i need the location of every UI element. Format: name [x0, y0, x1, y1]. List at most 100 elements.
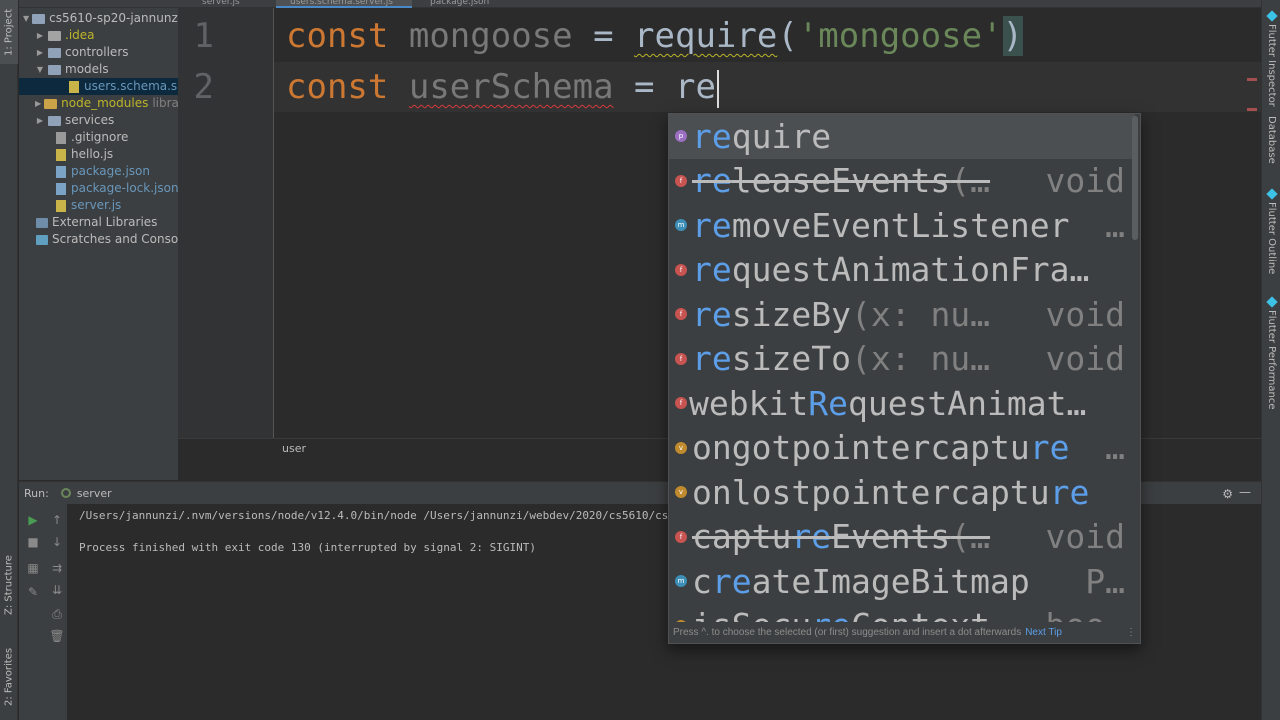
chevron-right-icon[interactable]: ▶: [35, 44, 45, 61]
tree-item-services[interactable]: ▶ services: [19, 112, 178, 129]
tab-server-js[interactable]: server.js: [188, 0, 272, 8]
console-output[interactable]: /Users/jannunzi/.nvm/versions/node/v12.4…: [79, 508, 708, 556]
error-stripe-marker[interactable]: [1247, 108, 1257, 111]
string-literal: 'mongoose': [797, 16, 1003, 56]
tree-item-server-js[interactable]: server.js: [19, 197, 178, 214]
variable-icon: v: [675, 441, 687, 454]
tree-item-label: users.schema.server.js: [84, 79, 178, 93]
completion-item[interactable]: p re quire: [669, 114, 1135, 159]
completion-return-type: void: [1045, 339, 1125, 379]
completion-item[interactable]: f re sizeBy (x: nu… void: [669, 292, 1135, 337]
tree-item-root[interactable]: ▼ cs5610-sp20-jannunzi: [19, 10, 178, 27]
completion-item[interactable]: m c re ateImageBitmap P…: [669, 559, 1135, 604]
structure-tool-tab[interactable]: Z: Structure: [0, 545, 18, 625]
tab-package-json[interactable]: package.json: [416, 0, 516, 8]
tree-item-label: .gitignore: [71, 130, 129, 144]
database-label: Database: [1266, 116, 1277, 164]
tree-item-gitignore[interactable]: .gitignore: [19, 129, 178, 146]
paren: (: [777, 16, 798, 56]
completion-item[interactable]: f re questAnimationFra…: [669, 248, 1135, 293]
print-icon[interactable]: ⎙: [49, 606, 65, 622]
layout-icon[interactable]: ▦: [25, 560, 41, 576]
json-file-icon: [56, 182, 66, 195]
code-line-1[interactable]: const mongoose = require('mongoose'): [286, 11, 1023, 61]
completion-match: re: [711, 561, 752, 601]
tree-item-label: node_modules: [61, 96, 149, 110]
project-tool-tab[interactable]: 1: Project: [0, 0, 18, 64]
function-call: require: [634, 16, 778, 56]
pin-icon[interactable]: ✎: [25, 584, 41, 600]
completion-popup[interactable]: p re quire f releaseEvents(… void m re moveEve…: [668, 113, 1141, 644]
tab-users-schema[interactable]: users.schema.server.js: [276, 0, 412, 8]
breadcrumb[interactable]: user: [282, 438, 306, 460]
variable-name: userSchema: [408, 67, 614, 107]
tree-item-users-schema[interactable]: users.schema.server.js: [19, 78, 178, 95]
completion-item[interactable]: f webkit Re questAnimat…: [669, 381, 1135, 426]
text-file-icon: [56, 131, 66, 144]
completion-rest: Events: [831, 517, 951, 557]
function-icon: f: [675, 530, 687, 543]
minimize-icon[interactable]: —: [1239, 485, 1251, 499]
completion-item[interactable]: f releaseEvents(… void: [669, 159, 1135, 204]
tree-item-package-lock[interactable]: package-lock.json: [19, 180, 178, 197]
js-file-icon: [69, 80, 79, 93]
flutter-outline-label: Flutter Outline: [1266, 202, 1277, 275]
tree-item-idea[interactable]: ▶ .idea: [19, 27, 178, 44]
tree-item-controllers[interactable]: ▶ controllers: [19, 44, 178, 61]
tree-item-package-json[interactable]: package.json: [19, 163, 178, 180]
next-tip-link[interactable]: Next Tip: [1025, 627, 1062, 638]
flutter-icon: [1265, 296, 1278, 308]
tree-item-models[interactable]: ▼ models: [19, 61, 178, 78]
function-icon: f: [675, 174, 687, 187]
stop-icon[interactable]: ■: [25, 534, 41, 550]
completion-item[interactable]: m re moveEventListener…: [669, 203, 1135, 248]
function-icon: f: [675, 263, 687, 276]
library-icon: [36, 217, 48, 228]
completion-item[interactable]: f re sizeTo (x: nu… void: [669, 337, 1135, 382]
completion-item[interactable]: v onlostpointercaptu re: [669, 470, 1135, 515]
run-tab-label: server: [76, 486, 112, 500]
chevron-down-icon[interactable]: ▼: [35, 61, 45, 78]
completion-list: p re quire f releaseEvents(… void m re moveEve…: [669, 114, 1135, 624]
error-stripe-marker[interactable]: [1247, 78, 1257, 81]
tree-item-scratches[interactable]: Scratches and Consoles: [19, 231, 178, 248]
completion-signature: (x: nu…: [850, 339, 991, 379]
completion-match: re: [692, 205, 732, 245]
json-file-icon: [56, 165, 66, 178]
popup-scrollbar[interactable]: [1132, 116, 1138, 240]
completion-item[interactable]: v ongotpointercaptu re…: [669, 426, 1135, 471]
chevron-right-icon[interactable]: ▶: [35, 95, 41, 112]
arrow-up-icon[interactable]: ↑: [49, 512, 65, 528]
run-tab-server[interactable]: server: [60, 486, 112, 500]
favorites-tool-tab[interactable]: 2: Favorites: [0, 636, 18, 718]
flutter-performance-tab[interactable]: Flutter Performance: [1262, 294, 1280, 412]
chevron-right-icon[interactable]: ▶: [35, 112, 45, 129]
arrow-down-icon[interactable]: ↓: [49, 534, 65, 550]
tree-item-label: server.js: [71, 198, 122, 212]
folder-icon: [48, 30, 61, 41]
more-options-icon[interactable]: ⋮: [1126, 622, 1136, 643]
tree-item-external-libraries[interactable]: External Libraries: [19, 214, 178, 231]
code-line-2[interactable]: const userSchema = re: [286, 62, 719, 112]
console-command: /Users/jannunzi/.nvm/versions/node/v12.4…: [79, 509, 709, 522]
flutter-outline-tab[interactable]: Flutter Outline: [1262, 186, 1280, 288]
scroll-to-end-icon[interactable]: ⇊: [49, 582, 65, 598]
tree-item-label: package.json: [71, 164, 151, 178]
tree-item-hello-js[interactable]: hello.js: [19, 146, 178, 163]
property-icon: p: [675, 130, 687, 143]
variable-icon: v: [675, 486, 687, 499]
trash-icon[interactable]: 🗑: [49, 628, 65, 644]
scratches-icon: [36, 234, 48, 245]
completion-item[interactable]: f captureEvents(… void: [669, 515, 1135, 560]
soft-wrap-icon[interactable]: ⇉: [49, 560, 65, 576]
gear-icon[interactable]: ⚙: [1222, 487, 1233, 501]
line-number: 1: [193, 16, 214, 56]
rerun-icon[interactable]: ▶: [25, 512, 41, 528]
chevron-right-icon[interactable]: ▶: [35, 27, 45, 44]
flutter-inspector-tab[interactable]: Flutter Inspector: [1262, 8, 1280, 108]
tree-item-node-modules[interactable]: ▶ node_modules library root: [19, 95, 178, 112]
chevron-down-icon[interactable]: ▼: [23, 10, 29, 27]
completion-item[interactable]: visSecureContextboo…: [669, 604, 1135, 624]
database-tab[interactable]: Database: [1262, 112, 1280, 178]
run-toolbar: ▶ ↑ ■ ↓ ▦ ⇉ ✎ ⇊ ⎙ 🗑: [19, 504, 67, 720]
